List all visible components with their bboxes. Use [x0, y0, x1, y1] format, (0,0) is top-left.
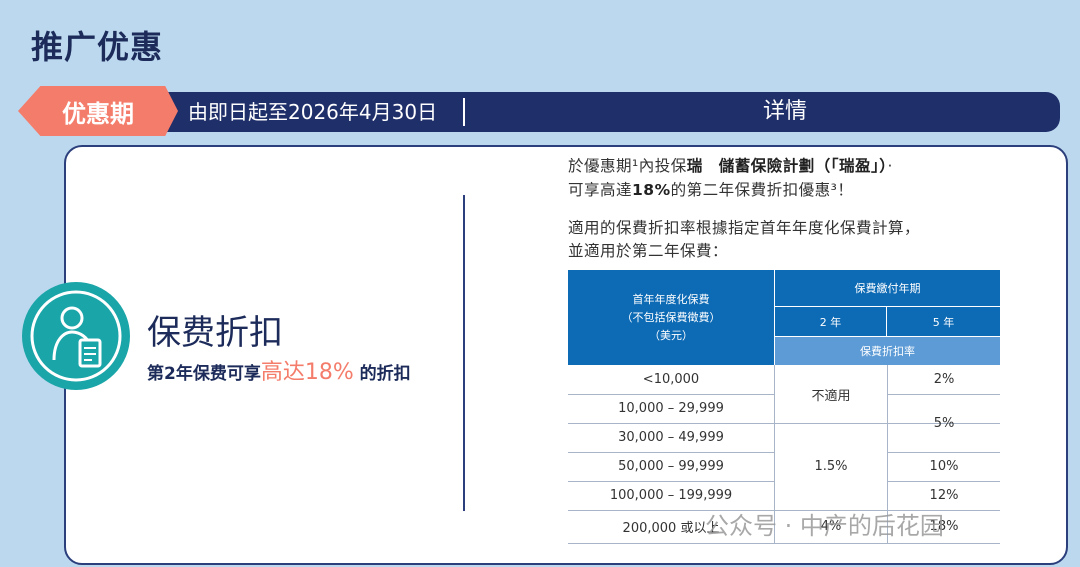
description-line-3: 適用的保費折扣率根據指定首年年度化保費計算， [568, 219, 921, 237]
card-divider [463, 195, 465, 511]
description-line-2: 可享高達18%的第二年保費折扣優惠³！ [568, 179, 853, 202]
premium-range: 50,000 – 99,999 [618, 459, 724, 474]
watermark: 公众号 · 中产的后花园 [705, 512, 944, 540]
benefit-subtitle-prefix: 第2年保费可享 [147, 364, 261, 384]
premium-range: 30,000 – 49,999 [618, 430, 724, 445]
premium-header: 首年年度化保費 （不包括保費徵費） （美元） [568, 270, 774, 365]
rate-5yr: 5% [933, 415, 955, 431]
description-line-4: 並適用於第二年保費： [568, 242, 729, 260]
promotion-period-text: 由即日起至2026年4月30日 [188, 100, 438, 124]
header-5-year: 5 年 [887, 307, 1000, 336]
discount-rate: 18% [632, 181, 671, 199]
header-2-year: 2 年 [775, 307, 886, 336]
banner-divider [463, 98, 465, 126]
details-link[interactable]: 详情 [470, 92, 1080, 132]
benefit-title: 保费折扣 [147, 313, 283, 353]
premium-range: <10,000 [642, 372, 700, 387]
description-line-1: 於優惠期¹內投保瑞 儲蓄保險計劃（「瑞盈」）· [568, 155, 893, 178]
description-text: · [887, 157, 893, 175]
description-text: 的第二年保費折扣優惠³！ [670, 181, 854, 199]
header-line: 首年年度化保費 [632, 292, 710, 306]
header-line: （美元） [649, 328, 693, 342]
benefit-subtitle: 第2年保费可享高达18% 的折扣 [147, 354, 411, 386]
benefit-highlight: 高达18% [260, 360, 354, 385]
rate-5yr: 10% [929, 459, 959, 474]
discount-rate-table: 首年年度化保費 （不包括保費徵費） （美元） 保費繳付年期 2 年 5 年 保費… [568, 270, 1000, 544]
payment-term-header: 保費繳付年期 [775, 270, 1000, 306]
header-line: （不包括保費徵費） [621, 310, 721, 324]
description-text: 可享高達 [568, 181, 633, 199]
rate-2yr-na: 不適用 [811, 388, 851, 404]
page-title: 推广优惠 [31, 28, 164, 66]
plan-name: 瑞 儲蓄保險計劃（「瑞盈」） [686, 157, 888, 175]
promotion-period-tag: 优惠期 [18, 86, 178, 136]
discount-rate-header: 保費折扣率 [775, 337, 1000, 365]
benefit-subtitle-suffix: 的折扣 [353, 364, 411, 384]
advisor-document-icon [22, 282, 130, 390]
premium-range: 10,000 – 29,999 [618, 401, 724, 416]
rate-5yr: 2% [933, 372, 955, 387]
description-text: 於優惠期¹內投保 [568, 157, 687, 175]
rate-2yr-mid: 1.5% [814, 459, 848, 474]
